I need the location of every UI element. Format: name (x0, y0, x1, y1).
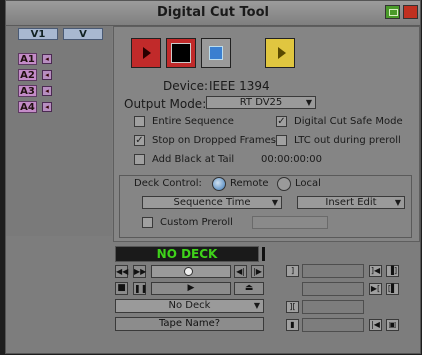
entire-sequence-label: Entire Sequence (152, 116, 234, 127)
digital-cut-safe-mode-label: Digital Cut Safe Mode (294, 116, 403, 127)
rewind-icon[interactable]: ◀◀ (115, 265, 128, 278)
digital-cut-window: Digital Cut Tool V1 V A1 ◂ A2 ◂ A3 ◂ A4 … (5, 0, 421, 354)
output-mode-label: Output Mode: (124, 97, 207, 111)
speaker-icon[interactable]: ◂ (42, 86, 52, 96)
play-icon[interactable]: ▶ (151, 282, 231, 295)
mark-in-icon[interactable]: ] (286, 265, 299, 277)
play-digital-cut-button[interactable] (131, 38, 161, 68)
chevron-down-icon: ▼ (253, 301, 260, 310)
local-radio[interactable] (277, 177, 291, 191)
preroll-seconds-dropdown[interactable] (252, 216, 328, 229)
remote-radio[interactable] (212, 177, 226, 191)
mark-out-timecode-field[interactable] (302, 300, 364, 314)
go-to-in-icon[interactable]: ]◀ (369, 265, 382, 277)
track-a2-button[interactable]: A2 (18, 69, 37, 81)
clear-in-icon[interactable]: ▐] (386, 265, 399, 277)
time-mode-value: Sequence Time (173, 197, 251, 208)
custom-preroll-checkbox[interactable] (142, 217, 153, 228)
chevron-down-icon: ▼ (271, 198, 278, 207)
stop-on-dropped-frames-checkbox[interactable]: ✓ (134, 135, 145, 146)
clear-marks-icon[interactable]: ▣ (386, 319, 399, 331)
fast-forward-icon[interactable]: ▶▶ (133, 265, 146, 278)
speaker-icon[interactable]: ◂ (42, 102, 52, 112)
track-v-source-button[interactable]: V (63, 28, 103, 40)
close-icon[interactable] (403, 5, 418, 19)
track-v1-button[interactable]: V1 (18, 28, 58, 40)
pause-icon[interactable]: ❚❚ (133, 282, 147, 295)
record-black-button[interactable] (166, 38, 196, 68)
ltc-out-label: LTC out during preroll (294, 135, 401, 146)
track-selector-panel: V1 V A1 ◂ A2 ◂ A3 ◂ A4 ◂ (6, 26, 112, 236)
shuttle-knob[interactable] (184, 267, 193, 276)
minimize-icon[interactable] (385, 5, 400, 19)
output-mode-value: RT DV25 (239, 97, 283, 108)
out-timecode-field[interactable] (302, 318, 364, 332)
step-forward-icon[interactable]: |▶ (251, 265, 264, 278)
digital-cut-safe-mode-checkbox[interactable]: ✓ (276, 116, 287, 127)
clear-out-icon[interactable]: [▌ (386, 283, 399, 295)
preview-play-button[interactable] (265, 38, 295, 68)
speaker-icon[interactable]: ◂ (42, 70, 52, 80)
device-label: Device: (163, 79, 209, 93)
stop-icon[interactable]: ■ (115, 282, 128, 295)
deck-control-group: Deck Control: Remote Local Sequence Time… (119, 175, 412, 238)
chevron-down-icon: ▼ (394, 198, 401, 207)
deck-select-dropdown[interactable]: No Deck ▼ (115, 299, 264, 313)
time-mode-dropdown[interactable]: Sequence Time ▼ (142, 196, 282, 209)
output-mode-dropdown[interactable]: RT DV25 ▼ (206, 96, 316, 109)
tail-timecode: 00:00:00:00 (261, 154, 323, 165)
remote-label: Remote (230, 178, 269, 189)
window-title: Digital Cut Tool (157, 5, 269, 20)
go-to-out-icon[interactable]: ▶[ (369, 283, 382, 295)
shuttle-slider[interactable] (151, 265, 231, 278)
device-value: IEEE 1394 (209, 79, 270, 93)
add-black-at-tail-checkbox[interactable] (134, 154, 145, 165)
title-bar[interactable]: Digital Cut Tool (6, 1, 420, 26)
custom-preroll-label: Custom Preroll (160, 217, 233, 228)
status-divider (262, 247, 265, 261)
mark-in-timecode-field[interactable] (302, 264, 364, 278)
speaker-icon[interactable]: ◂ (42, 54, 52, 64)
track-a1-button[interactable]: A1 (18, 53, 37, 65)
deck-select-value: No Deck (168, 300, 211, 311)
add-black-at-tail-label: Add Black at Tail (152, 154, 235, 165)
stop-on-dropped-frames-label: Stop on Dropped Frames (152, 135, 276, 146)
deck-status-display: NO DECK (115, 246, 259, 262)
settings-panel: Device: IEEE 1394 Output Mode: RT DV25 ▼… (113, 26, 420, 242)
duration-timecode-field[interactable] (302, 282, 364, 296)
edit-mode-dropdown[interactable]: Insert Edit ▼ (297, 196, 405, 209)
mark-out-icon[interactable]: ▮ (286, 319, 299, 331)
deck-control-label: Deck Control: (134, 178, 202, 189)
stop-button[interactable] (201, 38, 231, 68)
tape-name-button[interactable]: Tape Name? (115, 317, 264, 331)
go-to-mark-icon[interactable]: |◀ (369, 319, 382, 331)
local-label: Local (295, 178, 321, 189)
eject-icon[interactable]: ⏏ (234, 282, 264, 295)
mark-clip-icon[interactable]: ][ (286, 301, 299, 313)
track-a3-button[interactable]: A3 (18, 85, 37, 97)
step-back-icon[interactable]: ◀| (234, 265, 247, 278)
chevron-down-icon: ▼ (305, 98, 312, 107)
edit-mode-value: Insert Edit (325, 197, 377, 208)
entire-sequence-checkbox[interactable] (134, 116, 145, 127)
ltc-out-checkbox[interactable] (276, 135, 287, 146)
track-a4-button[interactable]: A4 (18, 101, 37, 113)
